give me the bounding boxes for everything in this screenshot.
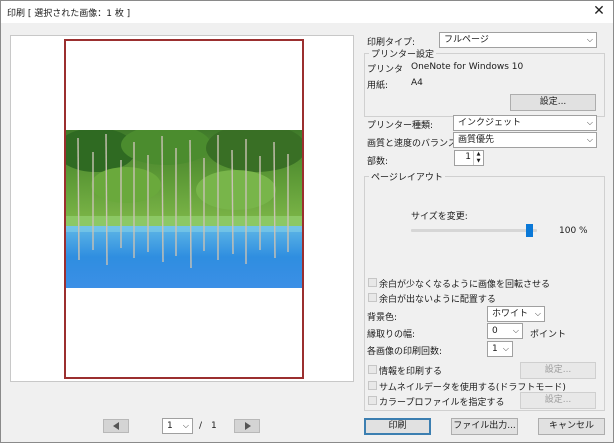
thumbnail-checkbox[interactable]	[368, 381, 377, 390]
printer-type-select[interactable]: インクジェット ⌵	[453, 115, 597, 131]
arrow-left-icon	[113, 422, 119, 430]
preview-photo	[66, 130, 302, 288]
print-preview	[10, 35, 354, 382]
printer-label: プリンタ	[367, 65, 404, 75]
file-output-button[interactable]: ファイル出力...	[451, 418, 518, 435]
prev-page-button[interactable]	[103, 419, 129, 433]
repeat-label: 各画像の印刷回数:	[367, 347, 443, 357]
page-layout-label: ページレイアウト	[369, 170, 445, 183]
page-select[interactable]: 1 ⌵	[162, 418, 193, 434]
arrow-right-icon	[245, 422, 251, 430]
color-profile-label: カラープロファイルを指定する	[379, 398, 505, 408]
resize-slider-track[interactable]	[411, 229, 537, 232]
border-width-select[interactable]: 0 ⌵	[487, 323, 523, 339]
print-dialog: 印刷 [ 選択された画像：1 枚 ] ✕ 1 ⌵ / 1 印刷タイプ: フルペー…	[0, 0, 614, 443]
page-total: 1	[211, 421, 217, 431]
border-unit: ポイント	[530, 330, 567, 340]
paper-label: 用紙:	[367, 81, 389, 91]
cancel-button[interactable]: キャンセル	[538, 418, 605, 435]
chevron-down-icon: ⌵	[182, 421, 189, 430]
forest-lake-image	[66, 130, 302, 288]
resize-slider-thumb[interactable]	[526, 224, 533, 237]
paper-value: A4	[411, 78, 423, 88]
print-info-label: 情報を印刷する	[379, 367, 443, 377]
next-page-button[interactable]	[234, 419, 260, 433]
copies-stepper[interactable]: 1 ▲ ▼	[454, 150, 484, 166]
title-bar: 印刷 [ 選択された画像：1 枚 ] ✕	[1, 1, 613, 23]
border-width-label: 縁取りの幅:	[367, 330, 416, 340]
quality-label: 画質と速度のバランス:	[367, 139, 460, 149]
window-title: 印刷 [ 選択された画像：1 枚 ]	[7, 9, 131, 19]
color-profile-settings-button[interactable]: 設定...	[520, 392, 596, 409]
printer-settings-button[interactable]: 設定...	[510, 94, 596, 111]
color-profile-checkbox[interactable]	[368, 396, 377, 405]
rotate-label: 余白が少なくなるように画像を回転させる	[379, 280, 551, 290]
chevron-down-icon: ⌵	[502, 344, 509, 353]
print-info-checkbox[interactable]	[368, 365, 377, 374]
print-type-select[interactable]: フルページ ⌵	[439, 32, 597, 48]
chevron-down-icon: ⌵	[586, 118, 593, 127]
chevron-down-icon: ⌵	[534, 309, 541, 318]
quality-select[interactable]: 画質優先 ⌵	[453, 132, 597, 148]
resize-label: サイズを変更:	[411, 212, 468, 222]
print-info-settings-button[interactable]: 設定...	[520, 362, 596, 379]
paper-preview	[64, 39, 304, 379]
chevron-down-icon: ⌵	[586, 135, 593, 144]
copies-label: 部数:	[367, 157, 389, 167]
chevron-down-icon: ⌵	[512, 326, 519, 335]
printer-settings-label: プリンター設定	[369, 47, 437, 60]
page-separator: /	[199, 421, 203, 431]
printer-type-label: プリンター種類:	[367, 121, 434, 131]
close-icon[interactable]: ✕	[585, 1, 613, 23]
stepper-arrows-icon[interactable]: ▲ ▼	[473, 151, 483, 165]
background-label: 背景色:	[367, 313, 398, 323]
repeat-select[interactable]: 1 ⌵	[487, 341, 513, 357]
print-button[interactable]: 印刷	[364, 418, 431, 435]
no-margin-checkbox[interactable]	[368, 293, 377, 302]
printer-value: OneNote for Windows 10	[411, 62, 524, 72]
resize-value: 100 %	[559, 226, 588, 236]
rotate-checkbox[interactable]	[368, 278, 377, 287]
no-margin-label: 余白が出ないように配置する	[379, 295, 496, 305]
chevron-down-icon: ⌵	[586, 35, 593, 44]
background-select[interactable]: ホワイト ⌵	[487, 306, 545, 322]
